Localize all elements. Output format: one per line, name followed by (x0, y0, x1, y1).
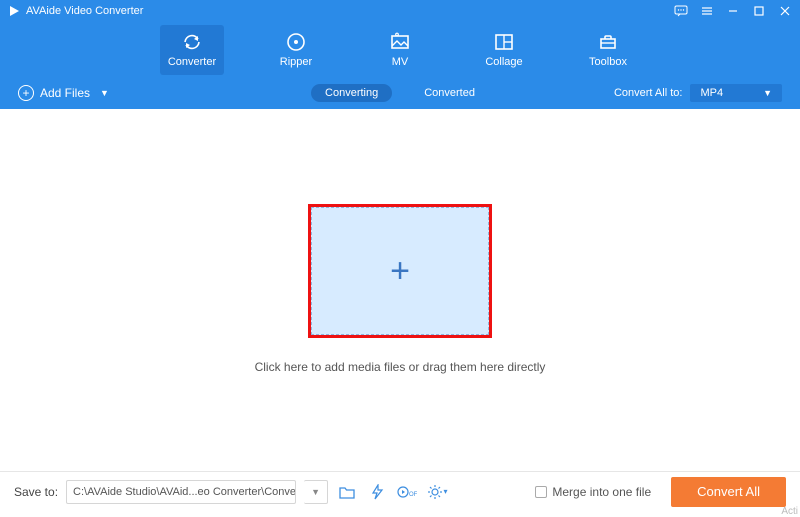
tab-converted[interactable]: Converted (410, 84, 489, 102)
convert-all-to: Convert All to: MP4 ▼ (614, 84, 782, 102)
nav-label: MV (392, 56, 409, 68)
nav-label: Ripper (280, 56, 312, 68)
nav-label: Converter (168, 56, 216, 68)
window-buttons (674, 4, 792, 18)
disc-icon (286, 32, 306, 52)
add-media-dropzone[interactable]: + (311, 207, 489, 335)
minimize-icon[interactable] (726, 4, 740, 18)
main-nav: Converter Ripper MV Collage Toolbox (0, 22, 800, 77)
plus-icon: + (390, 254, 410, 288)
chevron-down-icon: ▾ (444, 487, 448, 496)
svg-text:OFF: OFF (409, 492, 417, 498)
nav-converter[interactable]: Converter (160, 25, 224, 75)
main-content: + Click here to add media files or drag … (0, 109, 800, 469)
watermark-text: Acti (781, 506, 798, 517)
convert-all-to-label: Convert All to: (614, 87, 682, 99)
feedback-icon[interactable] (674, 4, 688, 18)
convert-icon (182, 32, 202, 52)
settings-gear-icon[interactable]: ▾ (426, 481, 448, 503)
merge-label: Merge into one file (552, 485, 651, 499)
image-icon (390, 32, 410, 52)
merge-into-one-file[interactable]: Merge into one file (535, 485, 651, 499)
save-to-label: Save to: (14, 485, 58, 499)
app-logo-icon (8, 5, 20, 17)
nav-toolbox[interactable]: Toolbox (576, 25, 640, 75)
collage-icon (494, 32, 514, 52)
menu-icon[interactable] (700, 4, 714, 18)
add-files-label: Add Files (40, 86, 90, 100)
title-bar: AVAide Video Converter (0, 0, 800, 22)
save-path-dropdown[interactable]: ▼ (304, 480, 328, 504)
close-icon[interactable] (778, 4, 792, 18)
footer-bar: Save to: C:\AVAide Studio\AVAid...eo Con… (0, 471, 800, 511)
tab-converting[interactable]: Converting (311, 84, 392, 102)
high-speed-off-icon[interactable]: OFF (396, 481, 418, 503)
add-files-button[interactable]: + Add Files ▼ (18, 85, 109, 101)
plus-circle-icon: + (18, 85, 34, 101)
format-value: MP4 (700, 87, 723, 99)
toolbox-icon (598, 32, 618, 52)
nav-collage[interactable]: Collage (472, 25, 536, 75)
nav-ripper[interactable]: Ripper (264, 25, 328, 75)
save-path-field[interactable]: C:\AVAide Studio\AVAid...eo Converter\Co… (66, 480, 296, 504)
chevron-down-icon: ▼ (100, 88, 109, 98)
chevron-down-icon: ▼ (763, 88, 772, 98)
dropzone-message: Click here to add media files or drag th… (255, 360, 546, 374)
nav-label: Toolbox (589, 56, 627, 68)
nav-mv[interactable]: MV (368, 25, 432, 75)
status-tabs: Converting Converted (311, 84, 489, 102)
nav-label: Collage (485, 56, 522, 68)
dropzone-highlight: + (308, 204, 492, 338)
open-folder-icon[interactable] (336, 481, 358, 503)
checkbox-icon (535, 486, 547, 498)
output-format-select[interactable]: MP4 ▼ (690, 84, 782, 102)
gpu-accel-icon[interactable] (366, 481, 388, 503)
sub-bar: + Add Files ▼ Converting Converted Conve… (0, 77, 800, 109)
app-title: AVAide Video Converter (26, 5, 674, 17)
maximize-icon[interactable] (752, 4, 766, 18)
convert-all-button[interactable]: Convert All (671, 477, 786, 507)
